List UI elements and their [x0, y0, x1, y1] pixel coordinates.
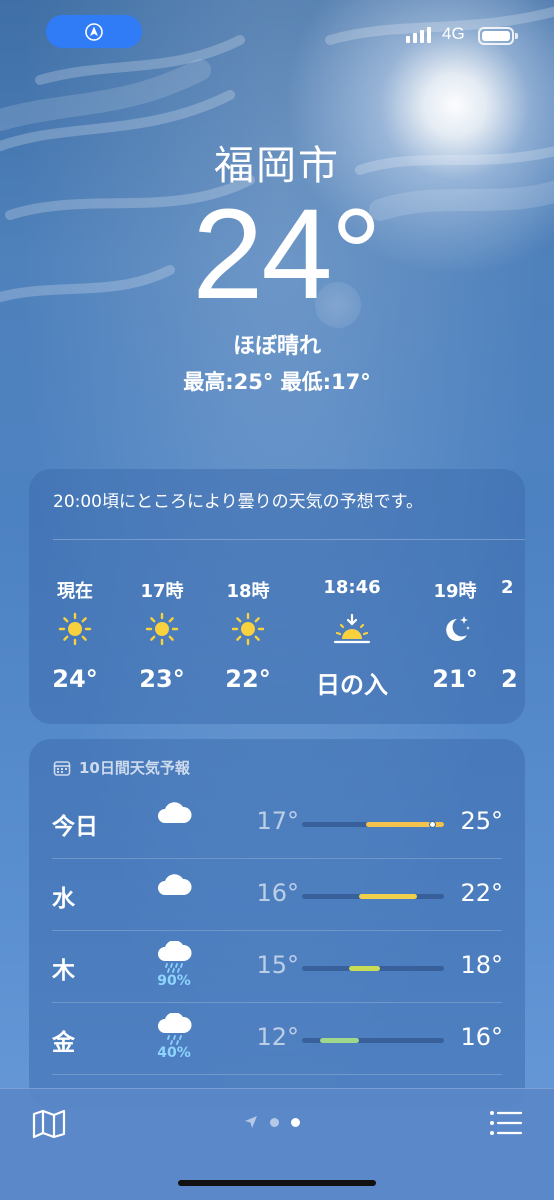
hour-label: 19時 — [433, 581, 477, 602]
hour-temp: 23° — [139, 665, 185, 693]
hour-temp: 日の入 — [316, 671, 388, 699]
row-divider — [52, 1074, 502, 1075]
sun-icon — [231, 612, 265, 646]
temp-range-bar — [302, 1038, 444, 1043]
hour-label: 現在 — [57, 581, 93, 602]
temp-range-bar — [302, 894, 444, 899]
current-temp-marker — [428, 821, 436, 828]
day-label: 今日 — [52, 814, 98, 840]
moon-stars-icon — [446, 616, 470, 641]
map-button[interactable] — [32, 1109, 66, 1143]
day-row[interactable]: 木 90% 15° 18° — [29, 931, 525, 1003]
hour-item-partial: 2 2 — [501, 577, 525, 693]
cloud-icon — [158, 802, 192, 823]
cloud-rain-icon — [158, 940, 192, 973]
battery-icon — [478, 27, 518, 45]
sunset-icon — [333, 613, 371, 644]
temp-range-fill — [358, 894, 418, 899]
hour-temp: 22° — [225, 665, 271, 693]
page-indicator[interactable] — [244, 1115, 300, 1129]
page-dot — [270, 1117, 279, 1127]
hour-label: 18時 — [226, 581, 270, 602]
map-icon — [32, 1109, 66, 1139]
cloud-icon — [158, 874, 192, 895]
hour-item: 現在 24° — [35, 577, 115, 693]
divider — [53, 539, 525, 540]
hour-label: 2 — [501, 577, 514, 598]
precip-chance: 40% — [157, 1045, 191, 1061]
page-dot-active — [291, 1117, 300, 1127]
day-row[interactable]: 今日 17° 25° — [29, 787, 525, 859]
forecast-summary: 20:00頃にところにより曇りの天気の予想です。 — [53, 492, 423, 512]
temp-range-bar — [302, 966, 444, 971]
high-temp: 22° — [460, 879, 503, 907]
temp-range-fill — [348, 966, 381, 971]
list-button[interactable] — [489, 1109, 523, 1141]
high-temp: 16° — [460, 1023, 503, 1051]
hour-temp: 21° — [432, 665, 478, 693]
current-temperature: 24° — [192, 183, 382, 326]
location-arrow-icon — [245, 1116, 257, 1128]
precip-chance: 90% — [157, 973, 191, 989]
temp-range-bar — [302, 821, 444, 828]
network-type: 4G — [442, 24, 465, 43]
home-indicator — [178, 1180, 376, 1186]
day-label: 水 — [52, 886, 75, 912]
list-icon — [490, 1111, 523, 1135]
ten-day-forecast-card[interactable]: 10日間天気予報 今日 17° 25° 水 16° 22° 木 90% 15° … — [29, 739, 525, 1109]
calendar-icon — [53, 760, 71, 776]
ten-day-header: 10日間天気予報 — [53, 757, 190, 778]
hourly-forecast-card[interactable]: 20:00頃にところにより曇りの天気の予想です。 現在 24° 17時 23° … — [29, 469, 525, 724]
cloud-rain-icon — [158, 1012, 192, 1045]
condition-text: ほぼ晴れ — [232, 334, 321, 359]
day-label: 金 — [52, 1030, 75, 1056]
temp-range-fill — [320, 1038, 359, 1043]
day-row[interactable]: 水 16° 22° — [29, 859, 525, 931]
hour-temp: 24° — [52, 665, 98, 693]
hour-label: 18:46 — [323, 577, 381, 598]
low-temp: 12° — [256, 1023, 299, 1051]
high-temp: 18° — [460, 951, 503, 979]
ten-day-title: 10日間天気予報 — [79, 759, 190, 777]
day-row[interactable]: 金 40% 12° 16° — [29, 1003, 525, 1075]
low-temp: 16° — [256, 879, 299, 907]
hour-item: 17時 23° — [122, 577, 202, 693]
day-label: 木 — [52, 958, 75, 984]
hour-label: 17時 — [140, 581, 184, 602]
sun-icon — [58, 612, 92, 646]
navigation-arrow-icon — [85, 22, 103, 41]
high-temp: 25° — [460, 807, 503, 835]
hour-item: 19時 21° — [415, 577, 495, 693]
low-temp: 17° — [256, 807, 299, 835]
signal-icon — [406, 27, 431, 43]
high-low-text: 最高:25° 最低:17° — [183, 370, 371, 394]
low-temp: 15° — [256, 951, 299, 979]
hour-temp: 2 — [501, 665, 518, 693]
location-pill[interactable] — [46, 15, 142, 48]
hour-item: 18時 22° — [208, 577, 288, 693]
hour-item-sunset: 18:46 日の入 — [312, 577, 392, 700]
status-bar: 4G — [0, 0, 554, 70]
sun-icon — [145, 612, 179, 646]
